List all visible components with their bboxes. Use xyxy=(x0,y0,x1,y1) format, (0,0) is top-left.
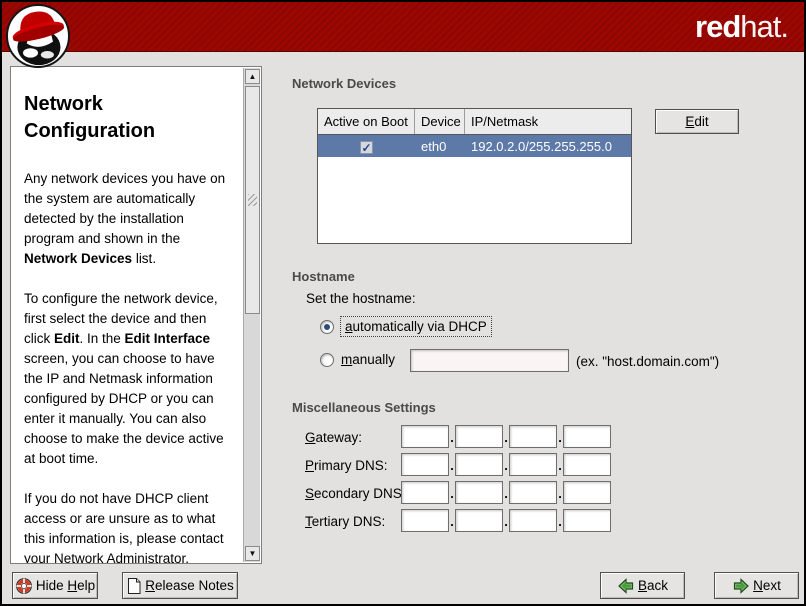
edit-button-label: Edit xyxy=(685,114,708,129)
active-on-boot-cell: ✓ xyxy=(318,138,415,153)
octet-input[interactable] xyxy=(401,481,449,504)
hostname-hint: (ex. "host.domain.com") xyxy=(576,354,719,369)
edit-button[interactable]: Edit xyxy=(655,109,739,134)
octet-input[interactable] xyxy=(455,509,503,532)
active-on-boot-checkbox[interactable]: ✓ xyxy=(360,141,373,154)
octet-input[interactable] xyxy=(455,425,503,448)
network-devices-table: Active on Boot Device IP/Netmask ✓ eth0 … xyxy=(317,108,632,244)
secondary-dns-label: Secondary DNS: xyxy=(305,486,406,501)
back-button-label: Back xyxy=(638,578,668,593)
ip-netmask-cell: 192.0.2.0/255.255.255.0 xyxy=(465,139,631,154)
help-title: Network Configuration xyxy=(24,91,236,145)
installer-window: redhat. Network Configuration Any networ… xyxy=(0,0,806,606)
octet-input[interactable] xyxy=(509,425,557,448)
octet-input[interactable] xyxy=(455,481,503,504)
tertiary-dns-label: Tertiary DNS: xyxy=(305,514,385,529)
scrollbar-thumb[interactable] xyxy=(245,86,260,314)
table-row[interactable]: ✓ eth0 192.0.2.0/255.255.255.0 xyxy=(318,135,631,157)
release-notes-button[interactable]: Release Notes xyxy=(122,572,238,599)
octet-input[interactable] xyxy=(563,425,611,448)
misc-settings-section-label: Miscellaneous Settings xyxy=(292,400,436,415)
scroll-down-icon[interactable]: ▼ xyxy=(245,546,260,561)
column-header-ip-netmask[interactable]: IP/Netmask xyxy=(465,109,631,134)
octet-input[interactable] xyxy=(509,453,557,476)
hide-help-label: Hide Help xyxy=(36,578,95,593)
column-header-device[interactable]: Device xyxy=(415,109,465,134)
dhcp-option-row: automatically via DHCP xyxy=(320,317,491,336)
octet-input[interactable] xyxy=(509,509,557,532)
column-header-active-on-boot[interactable]: Active on Boot xyxy=(318,109,415,134)
wordmark-hat: hat. xyxy=(740,9,788,44)
help-paragraph: If you do not have DHCP client access or… xyxy=(24,489,236,563)
table-header-row: Active on Boot Device IP/Netmask xyxy=(318,109,631,135)
manual-radio[interactable] xyxy=(320,353,334,367)
document-icon xyxy=(126,577,142,595)
octet-input[interactable] xyxy=(401,453,449,476)
next-arrow-icon xyxy=(732,577,750,595)
tertiary-dns-octets: ... xyxy=(401,509,611,532)
redhat-shadowman-logo-icon xyxy=(6,4,70,68)
set-hostname-prompt: Set the hostname: xyxy=(306,291,416,306)
octet-input[interactable] xyxy=(563,509,611,532)
primary-dns-octets: ... xyxy=(401,453,611,476)
octet-input[interactable] xyxy=(401,425,449,448)
gateway-label: Gateway: xyxy=(305,430,362,445)
device-cell: eth0 xyxy=(415,139,465,154)
octet-input[interactable] xyxy=(563,453,611,476)
network-devices-section-label: Network Devices xyxy=(292,76,396,91)
octet-input[interactable] xyxy=(509,481,557,504)
hostname-input[interactable] xyxy=(410,349,569,372)
help-paragraph: Any network devices you have on the syst… xyxy=(24,169,236,269)
back-arrow-icon xyxy=(617,577,635,595)
secondary-dns-octets: ... xyxy=(401,481,611,504)
wordmark-red: red xyxy=(695,9,740,44)
help-scrollbar[interactable]: ▲ ▼ xyxy=(243,68,260,562)
scroll-up-icon[interactable]: ▲ xyxy=(245,69,260,84)
back-button[interactable]: Back xyxy=(600,572,685,599)
octet-input[interactable] xyxy=(563,481,611,504)
help-text: Network Configuration Any network device… xyxy=(11,67,242,563)
help-panel: Network Configuration Any network device… xyxy=(10,66,262,564)
gateway-octets: ... xyxy=(401,425,611,448)
manual-option-row: manually xyxy=(320,352,395,367)
next-button-label: Next xyxy=(753,578,781,593)
header-banner: redhat. xyxy=(2,2,804,52)
hide-help-button[interactable]: Hide Help xyxy=(12,572,98,599)
release-notes-label: Release Notes xyxy=(145,578,234,593)
hostname-section-label: Hostname xyxy=(292,269,355,284)
next-button[interactable]: Next xyxy=(714,572,799,599)
octet-input[interactable] xyxy=(455,453,503,476)
octet-input[interactable] xyxy=(401,509,449,532)
help-paragraph: To configure the network device, first s… xyxy=(24,289,236,469)
primary-dns-label: Primary DNS: xyxy=(305,458,388,473)
dhcp-radio-label[interactable]: automatically via DHCP xyxy=(341,317,491,336)
redhat-wordmark: redhat. xyxy=(695,9,788,45)
life-preserver-icon xyxy=(15,577,33,595)
dhcp-radio[interactable] xyxy=(320,320,334,334)
manual-radio-label[interactable]: manually xyxy=(341,352,395,367)
